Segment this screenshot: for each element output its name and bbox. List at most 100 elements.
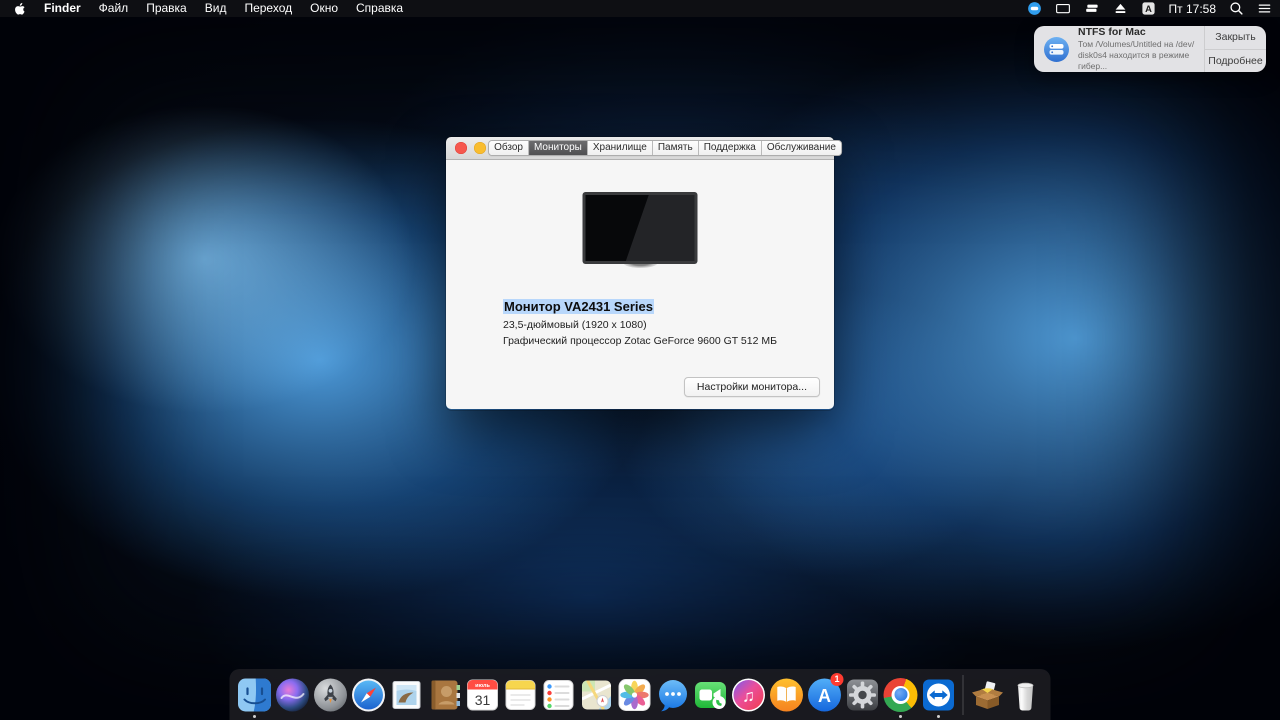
about-this-mac-window: Обзор Мониторы Хранилище Память Поддержк… bbox=[446, 137, 842, 410]
dock-item-system-preferences[interactable] bbox=[844, 670, 882, 720]
running-indicator bbox=[937, 714, 940, 718]
mail-icon bbox=[392, 680, 421, 709]
dock-separator bbox=[962, 674, 964, 715]
finder-icon bbox=[238, 678, 271, 711]
notification-body-line1: Том /Volumes/Untitled на /dev/ bbox=[1078, 38, 1195, 49]
desktop: Finder Файл Правка Вид Переход Окно Спра… bbox=[0, 0, 1280, 720]
menu-bar: Finder Файл Правка Вид Переход Окно Спра… bbox=[0, 0, 1280, 17]
package-icon bbox=[972, 680, 1003, 709]
running-indicator bbox=[253, 714, 256, 718]
dock-item-trash[interactable] bbox=[1007, 670, 1045, 720]
running-indicator bbox=[899, 714, 902, 718]
menu-window[interactable]: Окно bbox=[301, 0, 347, 17]
notification-close-button[interactable]: Закрыть bbox=[1205, 26, 1266, 49]
dock-item-facetime[interactable] bbox=[692, 670, 730, 720]
window-titlebar[interactable]: Обзор Мониторы Хранилище Память Поддержк… bbox=[446, 137, 842, 160]
display-info: Монитор VA2431 Series 23,5-дюймовый (192… bbox=[446, 299, 834, 349]
monitor-image bbox=[582, 192, 698, 264]
trash-icon bbox=[1017, 682, 1034, 711]
calendar-icon: июль 31 bbox=[467, 679, 498, 710]
menu-view[interactable]: Вид bbox=[196, 0, 236, 17]
siri-icon bbox=[276, 678, 309, 711]
input-source-status-icon[interactable]: A bbox=[1141, 1, 1156, 16]
dock-item-calendar[interactable]: июль 31 bbox=[464, 670, 502, 720]
dock-item-siri[interactable] bbox=[274, 670, 312, 720]
facetime-icon bbox=[695, 681, 726, 709]
notes-icon bbox=[505, 679, 536, 710]
launchpad-icon bbox=[314, 678, 347, 711]
dock-item-notes[interactable] bbox=[502, 670, 540, 720]
menu-edit[interactable]: Правка bbox=[137, 0, 196, 17]
spotlight-icon[interactable] bbox=[1229, 1, 1244, 16]
app-store-badge: 1 bbox=[830, 672, 844, 686]
menu-bar-left: Finder Файл Правка Вид Переход Окно Спра… bbox=[8, 0, 412, 17]
reminders-icon bbox=[543, 679, 574, 710]
dock-item-safari[interactable] bbox=[350, 670, 388, 720]
notification-body-line2: disk0s4 находится в режиме гибер... bbox=[1078, 49, 1190, 72]
minimize-window-button[interactable] bbox=[474, 142, 486, 154]
app-store-letter: A bbox=[818, 686, 831, 706]
display-gpu-line: Графический процессор Zotac GeForce 9600… bbox=[503, 335, 777, 347]
dock: июль 31 ♫ A 1 bbox=[229, 669, 1051, 720]
tab-memory[interactable]: Память bbox=[652, 141, 699, 155]
display-name: Монитор VA2431 Series bbox=[503, 299, 777, 314]
menu-app-name[interactable]: Finder bbox=[35, 0, 90, 17]
notification-title: NTFS for Mac bbox=[1078, 26, 1146, 38]
notification-text: NTFS for Mac Том /Volumes/Untitled на /d… bbox=[1078, 26, 1204, 72]
tab-displays[interactable]: Мониторы bbox=[528, 141, 588, 155]
dock-item-contacts[interactable] bbox=[426, 670, 464, 720]
itunes-icon: ♫ bbox=[732, 678, 765, 711]
menu-clock[interactable]: Пт 17:58 bbox=[1169, 2, 1216, 16]
dock-item-mail[interactable] bbox=[388, 670, 426, 720]
menu-bar-status: A Пт 17:58 bbox=[1027, 0, 1272, 17]
tab-overview[interactable]: Обзор bbox=[489, 141, 529, 155]
safari-icon bbox=[352, 678, 385, 711]
monitor-screen bbox=[585, 195, 695, 261]
itunes-note-glyph: ♫ bbox=[742, 686, 755, 705]
display-illustration bbox=[582, 192, 698, 268]
notification-more-button[interactable]: Подробнее bbox=[1205, 48, 1266, 73]
notification-banner: NTFS for Mac Том /Volumes/Untitled на /d… bbox=[1034, 26, 1266, 72]
notification-body: Том /Volumes/Untitled на /dev/ disk0s4 н… bbox=[1078, 39, 1200, 72]
display-status-icon[interactable] bbox=[1055, 1, 1071, 16]
window-tabs: Обзор Мониторы Хранилище Память Поддержк… bbox=[488, 140, 842, 156]
tab-service[interactable]: Обслуживание bbox=[761, 141, 841, 155]
menu-go[interactable]: Переход bbox=[235, 0, 301, 17]
maps-icon bbox=[582, 680, 611, 709]
dock-item-teamviewer[interactable] bbox=[920, 670, 958, 720]
apple-icon bbox=[15, 2, 25, 15]
dock-item-maps[interactable] bbox=[578, 670, 616, 720]
dock-item-app-store[interactable]: A 1 bbox=[806, 670, 844, 720]
display-name-selected-text: Монитор VA2431 Series bbox=[503, 299, 654, 314]
dock-item-ibooks[interactable] bbox=[768, 670, 806, 720]
notification-center-icon[interactable] bbox=[1257, 1, 1272, 16]
teamviewer-status-icon[interactable] bbox=[1027, 1, 1042, 16]
messages-icon bbox=[659, 679, 687, 711]
calendar-day-label: 31 bbox=[475, 692, 491, 708]
display-size-line: 23,5-дюймовый (1920 x 1080) bbox=[503, 318, 647, 331]
tab-storage[interactable]: Хранилище bbox=[587, 141, 653, 155]
dock-item-messages[interactable] bbox=[654, 670, 692, 720]
dock-item-photos[interactable] bbox=[616, 670, 654, 720]
teamviewer-icon bbox=[923, 679, 954, 710]
apple-menu[interactable] bbox=[8, 1, 35, 16]
ntfs-app-icon bbox=[1044, 36, 1069, 62]
dock-item-finder[interactable] bbox=[236, 670, 274, 720]
menu-help[interactable]: Справка bbox=[347, 0, 412, 17]
chrome-icon bbox=[883, 677, 918, 712]
display-settings-button[interactable]: Настройки монитора... bbox=[683, 377, 820, 397]
close-window-button[interactable] bbox=[455, 142, 467, 154]
disk-stack-status-icon[interactable] bbox=[1084, 1, 1100, 16]
dock-item-launchpad[interactable] bbox=[312, 670, 350, 720]
dock-item-chrome[interactable] bbox=[882, 670, 920, 720]
dock-item-reminders[interactable] bbox=[540, 670, 578, 720]
eject-status-icon[interactable] bbox=[1113, 1, 1128, 16]
window-content: Монитор VA2431 Series 23,5-дюймовый (192… bbox=[446, 160, 834, 409]
tab-support[interactable]: Поддержка bbox=[698, 141, 762, 155]
menu-file[interactable]: Файл bbox=[90, 0, 138, 17]
contacts-icon bbox=[431, 680, 460, 709]
dock-item-package[interactable] bbox=[969, 670, 1007, 720]
dock-item-itunes[interactable]: ♫ bbox=[730, 670, 768, 720]
calendar-month-label: июль bbox=[475, 683, 490, 689]
system-preferences-icon bbox=[847, 679, 878, 710]
